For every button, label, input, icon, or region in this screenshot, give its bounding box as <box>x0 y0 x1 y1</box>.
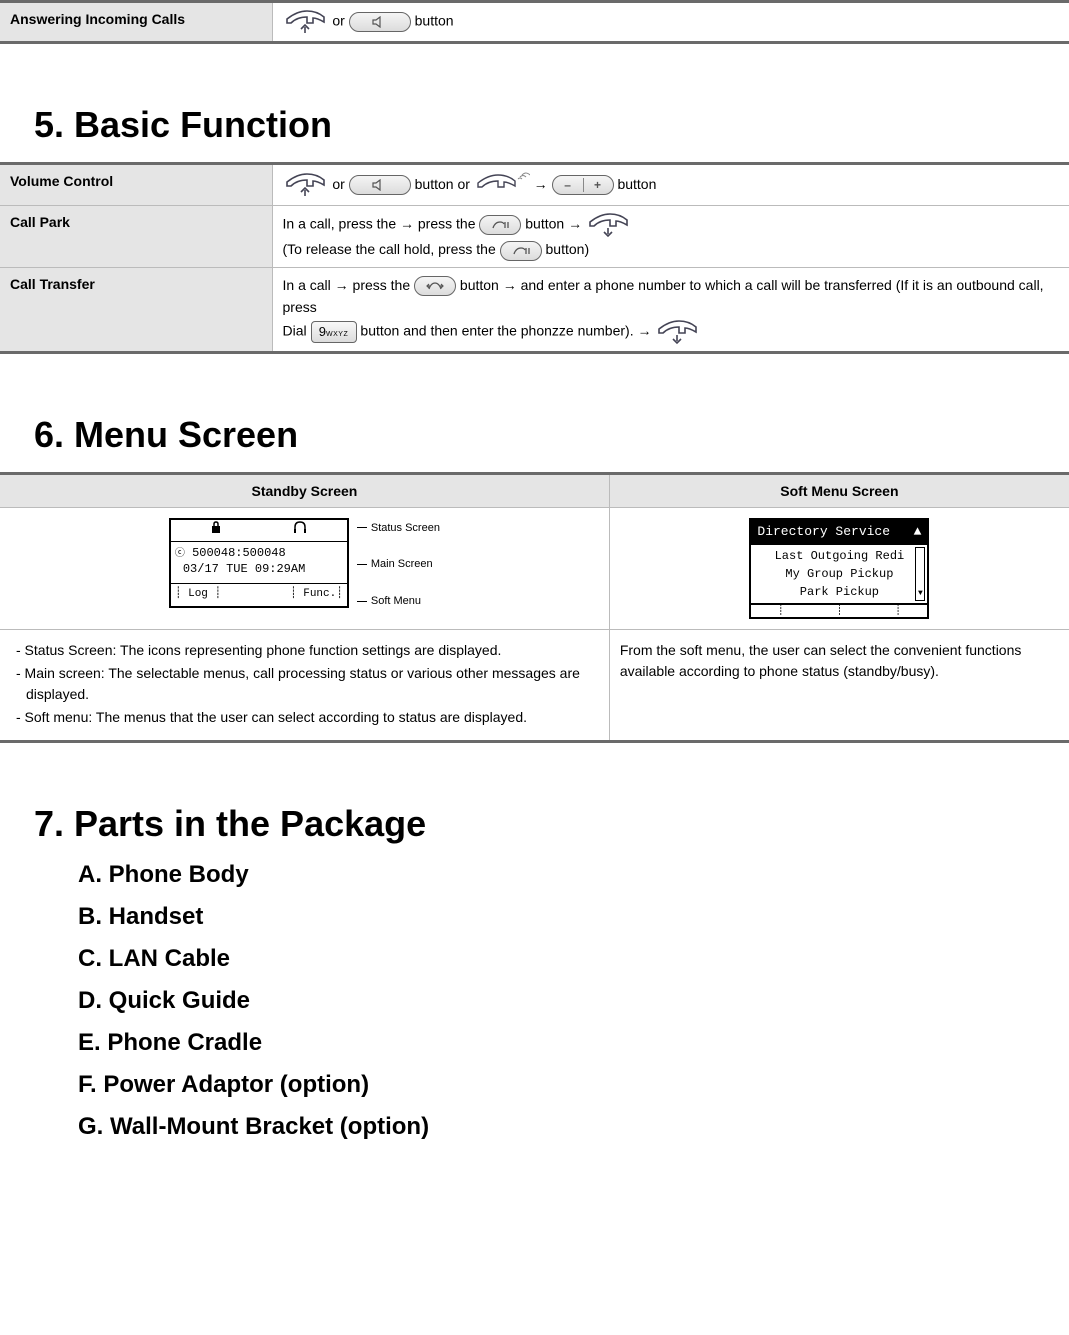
part-f: F. Power Adaptor (option) <box>78 1071 1069 1099</box>
speaker-button-icon <box>349 12 411 32</box>
label-soft-menu: Soft Menu <box>357 593 440 610</box>
standby-screen-image-cell: ⓒ 500048:500048 03/17 TUE 09:29AM ┊ Log … <box>0 507 609 630</box>
part-b: B. Handset <box>78 903 1069 931</box>
section-5-title: 5.Basic Function <box>34 104 1069 146</box>
label-main-screen: Main Screen <box>357 556 440 573</box>
menu-screen-table: Standby Screen Soft Menu Screen <box>0 472 1069 744</box>
scroll-up-icon: ▲ <box>914 522 922 542</box>
text: button and then enter the phonzze number… <box>360 322 655 338</box>
soft-menu-desc: From the soft menu, the user can select … <box>609 630 1069 742</box>
lcd-main-row: ⓒ 500048:500048 03/17 TUE 09:29AM <box>171 542 347 584</box>
part-d: D. Quick Guide <box>78 987 1069 1015</box>
lock-icon <box>210 520 222 540</box>
volume-minus-plus-icon: –+ <box>552 175 614 195</box>
part-g: G. Wall-Mount Bracket (option) <box>78 1113 1069 1141</box>
standby-screen-desc: - Status Screen: The icons representing … <box>0 630 609 742</box>
call-transfer-label: Call Transfer <box>0 267 272 352</box>
button-word: button <box>617 176 656 192</box>
soft-menu-item: My Group Pickup <box>757 565 921 583</box>
hook-off-icon <box>283 9 329 35</box>
hold-button-icon <box>479 215 521 235</box>
desc-item: - Soft menu: The menus that the user can… <box>10 707 599 728</box>
lcd-status-row <box>171 520 347 542</box>
button-or-text: button or <box>415 176 474 192</box>
text: (To release the call hold, press the <box>283 241 500 257</box>
headset-icon <box>292 520 308 540</box>
section-7-title: 7.Parts in the Package <box>34 803 1069 845</box>
text: In a call → press the <box>283 277 415 293</box>
hold-button-icon <box>500 241 542 261</box>
hook-off-icon <box>283 172 329 198</box>
soft-menu-screen-header: Soft Menu Screen <box>609 473 1069 507</box>
text: In a call, press the → press the <box>283 216 480 232</box>
label-status-screen: Status Screen <box>357 520 440 537</box>
speaker-button-icon <box>349 175 411 195</box>
desc-item: - Status Screen: The icons representing … <box>10 640 599 661</box>
lcd-softkey-row: ┊ Log ┊ ┊ Func.┊ <box>171 584 347 606</box>
soft-menu-item: Last Outgoing Redi <box>757 547 921 565</box>
transfer-button-icon <box>414 276 456 296</box>
soft-menu-footer: ┊┊┊ <box>749 605 929 619</box>
hook-on-icon <box>655 319 701 345</box>
lcd-annotation-labels: Status Screen Main Screen Soft Menu <box>357 518 440 610</box>
keypad-9-icon: 9WXYZ <box>311 321 357 343</box>
soft-menu-image-cell: Directory Service ▲ Last Outgoing Redi M… <box>609 507 1069 630</box>
standby-screen-header: Standby Screen <box>0 473 609 507</box>
section-6-title: 6.Menu Screen <box>34 414 1069 456</box>
answering-calls-label: Answering Incoming Calls <box>0 2 272 43</box>
or-text: or <box>332 13 348 29</box>
handset-ring-icon <box>474 171 530 199</box>
part-e: E. Phone Cradle <box>78 1029 1069 1057</box>
answering-calls-value: or button <box>272 2 1069 43</box>
hook-on-icon <box>586 212 632 238</box>
answering-calls-table: Answering Incoming Calls or button <box>0 0 1069 44</box>
arrow-icon: → <box>534 176 552 192</box>
desc-item: - Main screen: The selectable menus, cal… <box>10 663 599 705</box>
button-word: button <box>415 13 454 29</box>
part-c: C. LAN Cable <box>78 945 1069 973</box>
standby-lcd: ⓒ 500048:500048 03/17 TUE 09:29AM ┊ Log … <box>169 518 349 608</box>
soft-menu-item: Park Pickup <box>757 583 921 601</box>
basic-function-table: Volume Control or button or <box>0 162 1069 354</box>
volume-control-label: Volume Control <box>0 164 272 206</box>
call-park-value: In a call, press the → press the button … <box>272 206 1069 267</box>
soft-menu-lcd: Directory Service ▲ Last Outgoing Redi M… <box>749 518 929 620</box>
text: Dial <box>283 322 311 338</box>
text: button → <box>525 216 586 232</box>
call-transfer-value: In a call → press the button → and enter… <box>272 267 1069 352</box>
or-text: or <box>332 176 348 192</box>
part-a: A. Phone Body <box>78 861 1069 889</box>
soft-menu-header: Directory Service <box>757 522 890 542</box>
text: button) <box>546 241 590 257</box>
call-park-label: Call Park <box>0 206 272 267</box>
volume-control-value: or button or → –+ button <box>272 164 1069 206</box>
scrollbar-icon: ▼ <box>915 547 925 601</box>
